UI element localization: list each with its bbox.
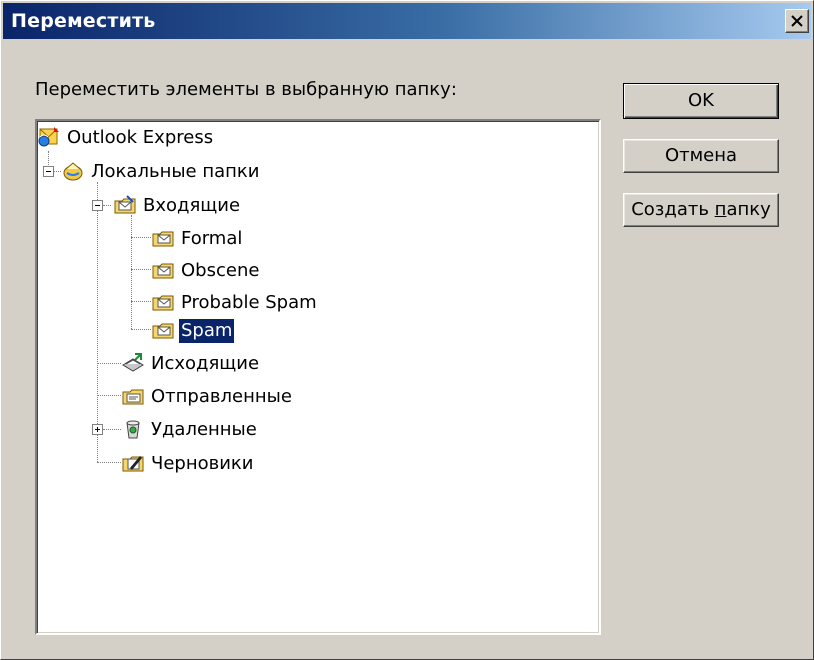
tree-line (131, 269, 151, 270)
expand-deleted-button[interactable] (92, 424, 103, 435)
tree-line (97, 363, 121, 364)
drafts-icon (122, 456, 144, 472)
cancel-button[interactable]: Отмена (623, 139, 779, 173)
tree-line (131, 301, 151, 302)
window-title: Переместить (11, 10, 156, 32)
sent-folder-icon (122, 389, 144, 405)
tree-line (131, 237, 151, 238)
tree-line (97, 462, 121, 463)
tree-label: Отправленные (151, 386, 292, 407)
new-folder-label-rest: апку (726, 199, 771, 220)
tree-line (103, 429, 121, 430)
tree-line (97, 395, 121, 396)
tree-label: Formal (181, 228, 243, 249)
tree-line (97, 182, 98, 462)
new-folder-label-prefix: Создать (631, 199, 715, 220)
outbox-icon (122, 353, 144, 372)
trash-icon (126, 420, 140, 439)
tree-label: Черновики (151, 453, 254, 474)
prompt-label: Переместить элементы в выбранную папку: (35, 79, 457, 100)
ok-button[interactable]: OK (623, 83, 779, 119)
outlook-express-icon (38, 127, 59, 147)
mail-folder-icon (152, 263, 174, 279)
tree-line (53, 171, 61, 172)
tree-label: Локальные папки (91, 161, 260, 182)
new-folder-accelerator: п (714, 199, 727, 220)
tree-label-selected: Spam (177, 318, 236, 344)
move-dialog: Переместить Переместить элементы в выбра… (0, 0, 814, 660)
tree-label: Probable Spam (181, 292, 317, 313)
tree-line (103, 205, 111, 206)
tree-label: Исходящие (151, 353, 260, 374)
collapse-local-folders-button[interactable] (43, 166, 54, 177)
tree-label: Obscene (181, 260, 260, 281)
close-icon (791, 15, 803, 27)
tree-label: Входящие (143, 195, 241, 216)
title-bar[interactable]: Переместить (3, 3, 811, 39)
close-button[interactable] (785, 9, 809, 33)
mail-folder-icon (152, 295, 174, 311)
tree-line (131, 329, 151, 330)
tree-line (131, 215, 132, 329)
new-folder-button[interactable]: Создать папку (623, 193, 779, 227)
tree-label: Outlook Express (67, 127, 214, 148)
mail-folder-icon (152, 231, 174, 247)
inbox-folder-icon (114, 195, 136, 214)
folder-tree[interactable]: Outlook Express Локальные папки Входящие… (35, 119, 601, 635)
collapse-inbox-button[interactable] (92, 200, 103, 211)
local-folders-icon (63, 162, 83, 181)
tree-label: Удаленные (151, 419, 257, 440)
mail-folder-icon (152, 323, 174, 339)
